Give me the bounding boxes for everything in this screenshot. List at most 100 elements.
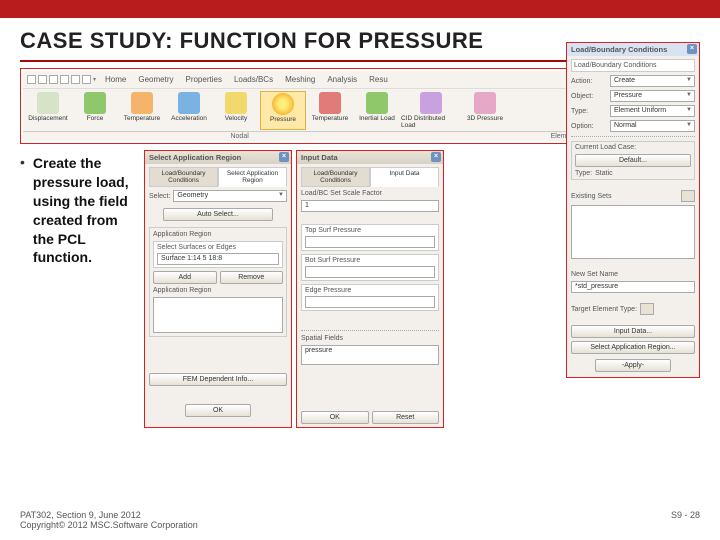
panel-select-application-region: Select Application Region× Load/Boundary… bbox=[144, 150, 292, 428]
panel-title: Input Data× bbox=[297, 151, 443, 164]
auto-select-button[interactable]: Auto Select... bbox=[163, 208, 273, 221]
object-label: Object: bbox=[571, 93, 607, 100]
loadcase-label: Current Load Case: bbox=[575, 144, 691, 151]
bot-surf-input[interactable] bbox=[305, 266, 435, 278]
ribbon-item-pressure[interactable]: Pressure bbox=[260, 91, 306, 130]
qat-icon[interactable] bbox=[60, 75, 69, 84]
panel-tab[interactable]: Input Data bbox=[370, 167, 439, 187]
qat-icon[interactable] bbox=[49, 75, 58, 84]
select-label: Select: bbox=[149, 193, 170, 200]
pressure-3d-icon bbox=[474, 92, 496, 114]
surface-select-label: Select Surfaces or Edges bbox=[157, 244, 279, 251]
header-bar bbox=[0, 0, 720, 18]
ribbon-item-velocity[interactable]: Velocity bbox=[213, 91, 259, 130]
footer-line2: Copyright© 2012 MSC.Software Corporation bbox=[20, 520, 198, 530]
qat-icon[interactable] bbox=[27, 75, 36, 84]
ribbon-tab[interactable]: Properties bbox=[182, 73, 224, 86]
select-dropdown[interactable]: Geometry bbox=[173, 190, 287, 202]
ok-button[interactable]: OK bbox=[185, 404, 251, 417]
temperature-icon bbox=[131, 92, 153, 114]
edge-box: Edge Pressure bbox=[301, 284, 439, 311]
remove-button[interactable]: Remove bbox=[220, 271, 284, 284]
action-dropdown[interactable]: Create bbox=[610, 75, 695, 87]
loadcase-button[interactable]: Default... bbox=[575, 154, 691, 167]
ribbon-item-force[interactable]: Force bbox=[72, 91, 118, 130]
ribbon-item-displacement[interactable]: Displacement bbox=[25, 91, 71, 130]
ribbon-item-temperature[interactable]: Temperature bbox=[119, 91, 165, 130]
target-type-icon[interactable] bbox=[640, 303, 654, 315]
acceleration-icon bbox=[178, 92, 200, 114]
close-icon[interactable]: × bbox=[279, 152, 289, 162]
select-application-region-button[interactable]: Select Application Region... bbox=[571, 341, 695, 354]
ribbon-item-3d-pressure[interactable]: 3D Pressure bbox=[462, 91, 508, 130]
bullet-column: • Create the pressure load, using the fi… bbox=[20, 150, 140, 428]
scale-factor-label: Load/BC Set Scale Factor bbox=[301, 190, 439, 197]
apply-button[interactable]: -Apply- bbox=[595, 359, 671, 372]
ribbon-item-acceleration[interactable]: Acceleration bbox=[166, 91, 212, 130]
option-dropdown[interactable]: Normal bbox=[610, 120, 695, 132]
ribbon-item-inertial-load[interactable]: Inertial Load bbox=[354, 91, 400, 130]
add-button[interactable]: Add bbox=[153, 271, 217, 284]
ribbon-tab[interactable]: Geometry bbox=[135, 73, 176, 86]
displacement-icon bbox=[37, 92, 59, 114]
input-data-button[interactable]: Input Data... bbox=[571, 325, 695, 338]
edge-input[interactable] bbox=[305, 296, 435, 308]
edge-label: Edge Pressure bbox=[305, 287, 435, 294]
spatial-fields-list[interactable]: pressure bbox=[301, 345, 439, 365]
ribbon-item-cid-distributed-load[interactable]: CID Distributed Load bbox=[401, 91, 461, 130]
fem-dependent-info-button[interactable]: FEM Dependent Info... bbox=[149, 373, 287, 386]
lc-type-value: Static bbox=[595, 170, 613, 177]
bullet-text: Create the pressure load, using the fiel… bbox=[33, 154, 140, 267]
ribbon-item-temperature-2[interactable]: Temperature bbox=[307, 91, 353, 130]
scale-factor-input[interactable]: 1 bbox=[301, 200, 439, 212]
ribbon-tab[interactable]: Analysis bbox=[324, 73, 360, 86]
cid-load-icon bbox=[420, 92, 442, 114]
ribbon-tab[interactable]: Home bbox=[102, 73, 129, 86]
ribbon-tab[interactable]: Meshing bbox=[282, 73, 318, 86]
surface-input[interactable]: Surface 1:14 5 18:8 bbox=[157, 253, 279, 265]
new-set-name-label: New Set Name bbox=[571, 271, 695, 278]
appreg-listbox[interactable] bbox=[153, 297, 283, 333]
load-case-group: Current Load Case: Default... Type:Stati… bbox=[571, 141, 695, 180]
ribbon-tab[interactable]: Resu bbox=[366, 73, 391, 86]
close-icon[interactable]: × bbox=[431, 152, 441, 162]
filter-icon[interactable] bbox=[681, 190, 695, 202]
object-dropdown[interactable]: Pressure bbox=[610, 90, 695, 102]
appreg-label: Application Region bbox=[153, 287, 283, 294]
bullet-mark: • bbox=[20, 154, 25, 267]
panel-tab[interactable]: Select Application Region bbox=[218, 167, 287, 187]
ribbon-tab[interactable]: Loads/BCs bbox=[231, 73, 276, 86]
temperature-icon bbox=[319, 92, 341, 114]
type-dropdown[interactable]: Element Uniform bbox=[610, 105, 695, 117]
close-icon[interactable]: × bbox=[687, 44, 697, 54]
qat-dropdown-icon[interactable]: ▾ bbox=[93, 76, 96, 83]
panel-subtitle-tab[interactable]: Load/Boundary Conditions bbox=[571, 59, 695, 72]
qat-icon[interactable] bbox=[71, 75, 80, 84]
spatial-fields-label: Spatial Fields bbox=[301, 335, 439, 342]
panel-tab[interactable]: Load/Boundary Conditions bbox=[149, 167, 218, 187]
panel-input-data: Input Data× Load/Boundary Conditions Inp… bbox=[296, 150, 444, 428]
inertial-load-icon bbox=[366, 92, 388, 114]
page-number: S9 - 28 bbox=[671, 510, 700, 530]
qat-icon[interactable] bbox=[82, 75, 91, 84]
panel-tabs: Load/Boundary Conditions Select Applicat… bbox=[149, 167, 287, 187]
lc-type-label: Type: bbox=[575, 170, 592, 177]
pressure-icon bbox=[272, 93, 294, 115]
footer-line1: PAT302, Section 9, June 2012 bbox=[20, 510, 198, 520]
ok-button[interactable]: OK bbox=[301, 411, 369, 424]
top-surf-input[interactable] bbox=[305, 236, 435, 248]
option-label: Option: bbox=[571, 123, 607, 130]
panel-tab[interactable]: Load/Boundary Conditions bbox=[301, 167, 370, 187]
application-region-group: Application Region Select Surfaces or Ed… bbox=[149, 227, 287, 337]
reset-button[interactable]: Reset bbox=[372, 411, 440, 424]
panel-load-boundary-conditions: Load/Boundary Conditions× Load/Boundary … bbox=[566, 42, 700, 378]
panel-title: Select Application Region× bbox=[145, 151, 291, 164]
velocity-icon bbox=[225, 92, 247, 114]
qat-icon[interactable] bbox=[38, 75, 47, 84]
existing-sets-list[interactable] bbox=[571, 205, 695, 259]
new-set-name-input[interactable]: *std_pressure bbox=[571, 281, 695, 293]
top-surf-label: Top Surf Pressure bbox=[305, 227, 435, 234]
top-surf-box: Top Surf Pressure bbox=[301, 224, 439, 251]
existing-sets-label: Existing Sets bbox=[571, 193, 611, 200]
bot-surf-label: Bot Surf Pressure bbox=[305, 257, 435, 264]
